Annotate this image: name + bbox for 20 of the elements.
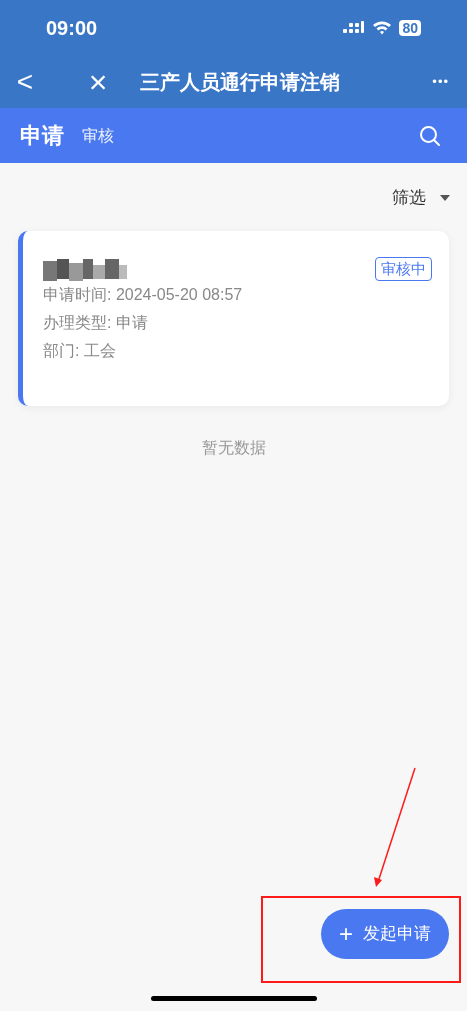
back-button[interactable]: < <box>10 67 40 96</box>
tab[interactable]: 申请 <box>20 119 64 152</box>
dropdown-caret-icon <box>440 194 450 201</box>
new-application-button[interactable]: + 发起申请 <box>321 909 449 959</box>
page-title: 三产人员通行申请注销 <box>140 69 340 95</box>
more-button[interactable]: ••• <box>432 71 449 92</box>
battery-indicator: 80 <box>399 19 421 36</box>
status-time: 09:00 <box>46 15 98 41</box>
record-field: 部门: 工会 <box>43 336 432 365</box>
record-card[interactable]: 审核中 申请时间: 2024-05-20 08:57 办理类型: 申请 部门: 工会 <box>18 230 449 406</box>
signal-icon <box>343 20 366 35</box>
filter-button[interactable]: 筛选 <box>392 185 426 211</box>
close-button[interactable]: × <box>83 65 113 98</box>
wifi-icon <box>372 20 393 35</box>
tab[interactable]: 审核 <box>82 123 114 148</box>
record-field: 办理类型: 申请 <box>43 308 432 337</box>
record-field: 申请时间: 2024-05-20 08:57 <box>43 280 432 309</box>
search-icon[interactable] <box>419 124 441 147</box>
status-badge: 审核中 <box>375 256 432 281</box>
empty-text: 暂无数据 <box>201 437 266 458</box>
